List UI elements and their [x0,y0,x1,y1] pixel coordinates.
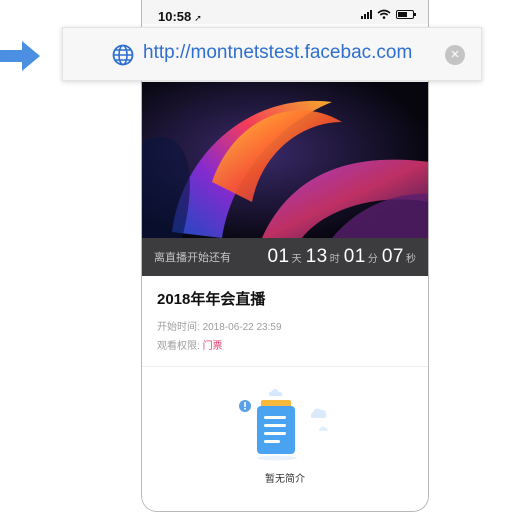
status-time: 10:58 ➚ [158,9,202,24]
clear-icon[interactable]: × [445,45,465,65]
cover-image [142,82,428,238]
globe-icon [112,44,134,66]
access-row: 观看权限: 门票 [157,337,223,352]
status-icons [361,9,416,19]
url-text[interactable]: http://montnetstest.facebac.com [143,42,412,64]
battery-icon [396,10,416,19]
divider [142,366,428,367]
empty-description-text: 暂无简介 [265,474,305,485]
status-bar: 10:58 ➚ [142,0,428,24]
countdown-hours: 13 [305,246,328,267]
wifi-icon [377,9,391,19]
pointer-arrow-icon [0,41,40,71]
access-ticket-link[interactable]: 门票 [203,341,223,352]
empty-document-icon [239,389,328,461]
countdown-bar: 离直播开始还有 01 天 13 时 01 分 07 秒 [142,238,428,276]
url-bar[interactable]: http://montnetstest.facebac.com × [62,27,482,81]
countdown-seconds: 07 [381,246,404,267]
start-time-label: 开始时间: [157,322,200,333]
signal-icon [361,9,372,19]
countdown-days: 01 [267,246,290,267]
countdown-timer: 01 天 13 时 01 分 07 秒 [267,246,416,268]
start-time-value: 2018-06-22 23:59 [202,322,282,333]
countdown-seconds-unit: 秒 [406,254,416,265]
location-arrow-icon: ➚ [194,13,202,23]
countdown-minutes-unit: 分 [367,254,378,265]
start-time-row: 开始时间: 2018-06-22 23:59 [157,318,282,333]
countdown-days-unit: 天 [291,254,302,265]
status-time-text: 10:58 [158,9,192,24]
countdown-minutes: 01 [343,246,366,267]
access-label: 观看权限: [157,341,200,352]
countdown-hours-unit: 时 [329,254,340,265]
event-title: 2018年年会直播 [157,291,266,308]
countdown-label: 离直播开始还有 [154,252,231,264]
